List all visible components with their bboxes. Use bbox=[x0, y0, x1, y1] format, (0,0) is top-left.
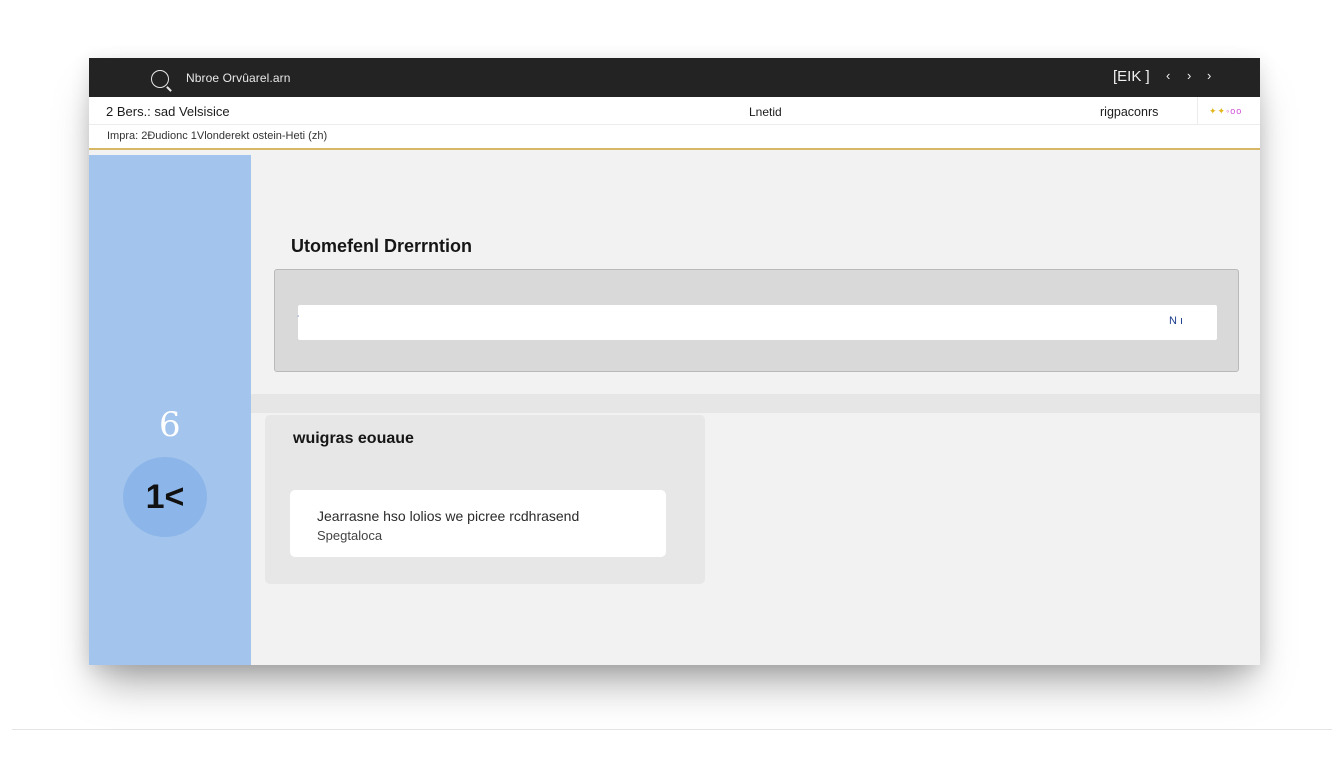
main-bottom-section: wuigras eouaue Jearrasne hso lolios we p… bbox=[251, 413, 1260, 665]
info-divider bbox=[1197, 97, 1198, 125]
status-flag-icon: ✦✦◦oo bbox=[1209, 106, 1242, 117]
input-panel: ˙ N ı bbox=[274, 269, 1239, 372]
flag-b: ◦oo bbox=[1226, 106, 1243, 116]
divider-band bbox=[251, 394, 1260, 413]
section-title: Utomefenl Drerrntion bbox=[291, 236, 473, 256]
app-window: Nbroe Orvûarel.arn [EIK ] ‹ › › 2 Bers.:… bbox=[89, 58, 1260, 665]
info-bar: 2 Bers.: sad Velsisice Lnetid rigpaconrs… bbox=[89, 97, 1260, 125]
text-input[interactable] bbox=[298, 305, 1217, 340]
sidebar-glyph: 6 bbox=[159, 405, 181, 445]
input-action-button[interactable]: N ı bbox=[1169, 315, 1183, 327]
sub-bar-text: Impra: 2Ðudionc 1Vlonderekt ostein-Heti … bbox=[107, 130, 328, 142]
title-bar: Nbroe Orvûarel.arn [EIK ] ‹ › › bbox=[89, 58, 1260, 97]
nav-forward-alt-icon[interactable]: › bbox=[1207, 68, 1211, 83]
sub-bar: Impra: 2Ðudionc 1Vlonderekt ostein-Heti … bbox=[89, 125, 1260, 150]
info-left-text: 2 Bers.: sad Velsisice bbox=[106, 104, 230, 119]
input-caret: ˙ bbox=[297, 315, 301, 326]
nav-forward-icon[interactable]: › bbox=[1187, 68, 1191, 83]
sidebar: 6 1< bbox=[89, 155, 251, 665]
flag-a: ✦✦ bbox=[1209, 106, 1227, 116]
message-line-2: Spegtaloca bbox=[317, 528, 383, 543]
titlebar-label: [EIK ] bbox=[1113, 68, 1150, 85]
info-center-link[interactable]: Lnetid bbox=[749, 105, 782, 119]
floor-line bbox=[12, 729, 1332, 730]
nav-back-icon[interactable]: ‹ bbox=[1166, 68, 1170, 83]
card-title: wuigras eouaue bbox=[293, 430, 414, 447]
message-box[interactable]: Jearrasne hso lolios we picree rcdhrasen… bbox=[290, 490, 666, 557]
info-right-link[interactable]: rigpaconrs bbox=[1100, 105, 1158, 119]
avatar-text: 1< bbox=[145, 477, 185, 516]
app-logo-icon bbox=[151, 70, 169, 88]
message-line-1: Jearrasne hso lolios we picree rcdhrasen… bbox=[317, 508, 580, 524]
avatar[interactable]: 1< bbox=[123, 457, 207, 537]
main-top-section: Utomefenl Drerrntion ˙ N ı bbox=[251, 155, 1260, 394]
app-title: Nbroe Orvûarel.arn bbox=[186, 71, 291, 85]
info-card: wuigras eouaue Jearrasne hso lolios we p… bbox=[265, 415, 705, 584]
